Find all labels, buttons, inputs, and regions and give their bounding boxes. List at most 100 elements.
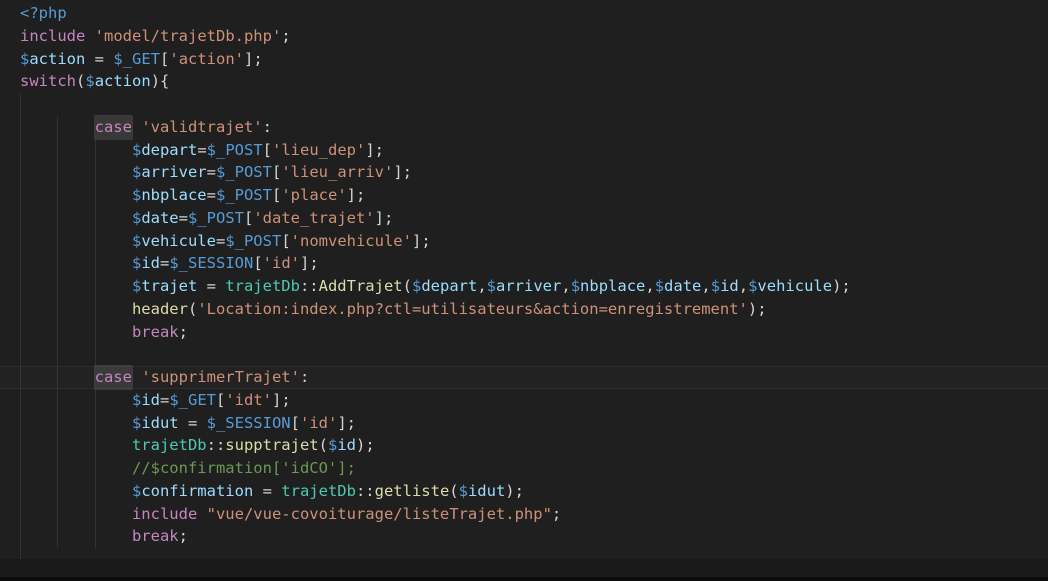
code-line-1[interactable]: <?php — [0, 2, 1048, 25]
code-lines[interactable]: <?phpinclude 'model/trajetDb.php';$actio… — [0, 2, 1048, 571]
code-editor[interactable]: <?phpinclude 'model/trajetDb.php';$actio… — [0, 0, 1048, 581]
token-p: : — [263, 116, 272, 139]
token-sig: $ — [132, 230, 141, 253]
token-var: arriver — [496, 275, 561, 298]
token-p: ]; — [412, 230, 431, 253]
token-sig: $ — [459, 480, 468, 503]
token-sig: $ — [571, 275, 580, 298]
token-str: "vue/vue-covoiturage/listeTrajet.php" — [207, 503, 552, 526]
token-sig: $_POST — [216, 184, 272, 207]
code-line-16[interactable] — [0, 343, 1048, 366]
token-str: 'id' — [300, 412, 337, 435]
token-var: id — [337, 434, 356, 457]
token-kw: include — [132, 503, 197, 526]
token-str: 'idt' — [225, 389, 272, 412]
token-var: id — [720, 275, 739, 298]
token-p: ( — [449, 480, 458, 503]
token-sig: $ — [132, 139, 141, 162]
token-str: 'date_trajet' — [253, 207, 374, 230]
code-line-18[interactable]: $id=$_GET['idt']; — [0, 389, 1048, 412]
token-cls: trajetDb — [132, 434, 207, 457]
token-p: , — [645, 275, 654, 298]
token-var: date — [664, 275, 701, 298]
token-p: ; — [179, 321, 188, 344]
token-sig: $ — [132, 184, 141, 207]
token-var: action — [95, 70, 151, 93]
token-p: ]; — [244, 48, 263, 71]
token-sig: $_POST — [216, 161, 272, 184]
token-var: date — [141, 207, 178, 230]
code-line-13[interactable]: $trajet = trajetDb::AddTrajet($depart,$a… — [0, 275, 1048, 298]
code-line-9[interactable]: $nbplace=$_POST['place']; — [0, 184, 1048, 207]
token-sig: $ — [412, 275, 421, 298]
token-sig: $_GET — [169, 389, 216, 412]
code-line-6[interactable]: case 'validtrajet': — [0, 116, 1048, 139]
token-var: arriver — [141, 161, 206, 184]
code-line-11[interactable]: $vehicule=$_POST['nomvehicule']; — [0, 230, 1048, 253]
token-var: vehicule — [757, 275, 832, 298]
token-str: 'nomvehicule' — [291, 230, 412, 253]
token-sig: $_GET — [113, 48, 160, 71]
token-p: :: — [356, 480, 375, 503]
code-line-14[interactable]: header('Location:index.php?ctl=utilisate… — [0, 298, 1048, 321]
token-sig: $ — [711, 275, 720, 298]
token-var: idut — [141, 412, 178, 435]
token-p: = — [160, 252, 169, 275]
token-str: 'id' — [263, 252, 300, 275]
token-sig: $ — [132, 207, 141, 230]
highlighted-word: case — [95, 116, 132, 139]
token-p: = — [216, 230, 225, 253]
token-p: ; — [281, 25, 290, 48]
token-sig: $_POST — [207, 139, 263, 162]
token-fn: supptrajet — [225, 434, 318, 457]
token-sig: $ — [655, 275, 664, 298]
token-kw: break — [132, 525, 179, 548]
token-var: depart — [141, 139, 197, 162]
token-sig: $ — [85, 70, 94, 93]
token-sig: $ — [132, 480, 141, 503]
code-line-12[interactable]: $id=$_SESSION['id']; — [0, 252, 1048, 275]
code-line-21[interactable]: //$confirmation['idCO']; — [0, 457, 1048, 480]
token-cmt: //$confirmation['idCO']; — [132, 457, 356, 480]
code-line-4[interactable]: switch($action){ — [0, 70, 1048, 93]
token-p: , — [561, 275, 570, 298]
token-fn: getliste — [375, 480, 450, 503]
token-p: ( — [319, 434, 328, 457]
token-p: ]; — [337, 412, 356, 435]
token-p: , — [701, 275, 710, 298]
token-var: vehicule — [141, 230, 216, 253]
token-var: idut — [468, 480, 505, 503]
code-line-22[interactable]: $confirmation = trajetDb::getliste($idut… — [0, 480, 1048, 503]
code-line-23[interactable]: include "vue/vue-covoiturage/listeTrajet… — [0, 503, 1048, 526]
token-p: [ — [272, 184, 281, 207]
code-line-5[interactable] — [0, 93, 1048, 116]
token-str: 'action' — [169, 48, 244, 71]
token-p: ); — [832, 275, 851, 298]
token-p: [ — [160, 48, 169, 71]
code-line-10[interactable]: $date=$_POST['date_trajet']; — [0, 207, 1048, 230]
token-str: 'model/trajetDb.php' — [95, 25, 282, 48]
token-cls: trajetDb — [281, 480, 356, 503]
token-p: ( — [188, 298, 197, 321]
code-line-24[interactable]: break; — [0, 525, 1048, 548]
code-line-8[interactable]: $arriver=$_POST['lieu_arriv']; — [0, 161, 1048, 184]
token-var: id — [141, 252, 160, 275]
token-var: nbplace — [580, 275, 645, 298]
token-p: : — [300, 366, 309, 389]
code-line-17[interactable]: case 'supprimerTrajet': — [0, 366, 1048, 389]
token-sig: $_POST — [225, 230, 281, 253]
token-sig: $_SESSION — [207, 412, 291, 435]
token-str: 'lieu_dep' — [272, 139, 365, 162]
token-p: :: — [300, 275, 319, 298]
code-line-7[interactable]: $depart=$_POST['lieu_dep']; — [0, 139, 1048, 162]
code-line-3[interactable]: $action = $_GET['action']; — [0, 48, 1048, 71]
code-line-2[interactable]: include 'model/trajetDb.php'; — [0, 25, 1048, 48]
code-line-19[interactable]: $idut = $_SESSION['id']; — [0, 412, 1048, 435]
token-tag: <?php — [20, 2, 67, 25]
token-sig: $ — [132, 161, 141, 184]
token-var: id — [141, 389, 160, 412]
token-kw: break — [132, 321, 179, 344]
editor-bottom-edge — [0, 559, 1048, 581]
code-line-15[interactable]: break; — [0, 321, 1048, 344]
code-line-20[interactable]: trajetDb::supptrajet($id); — [0, 434, 1048, 457]
